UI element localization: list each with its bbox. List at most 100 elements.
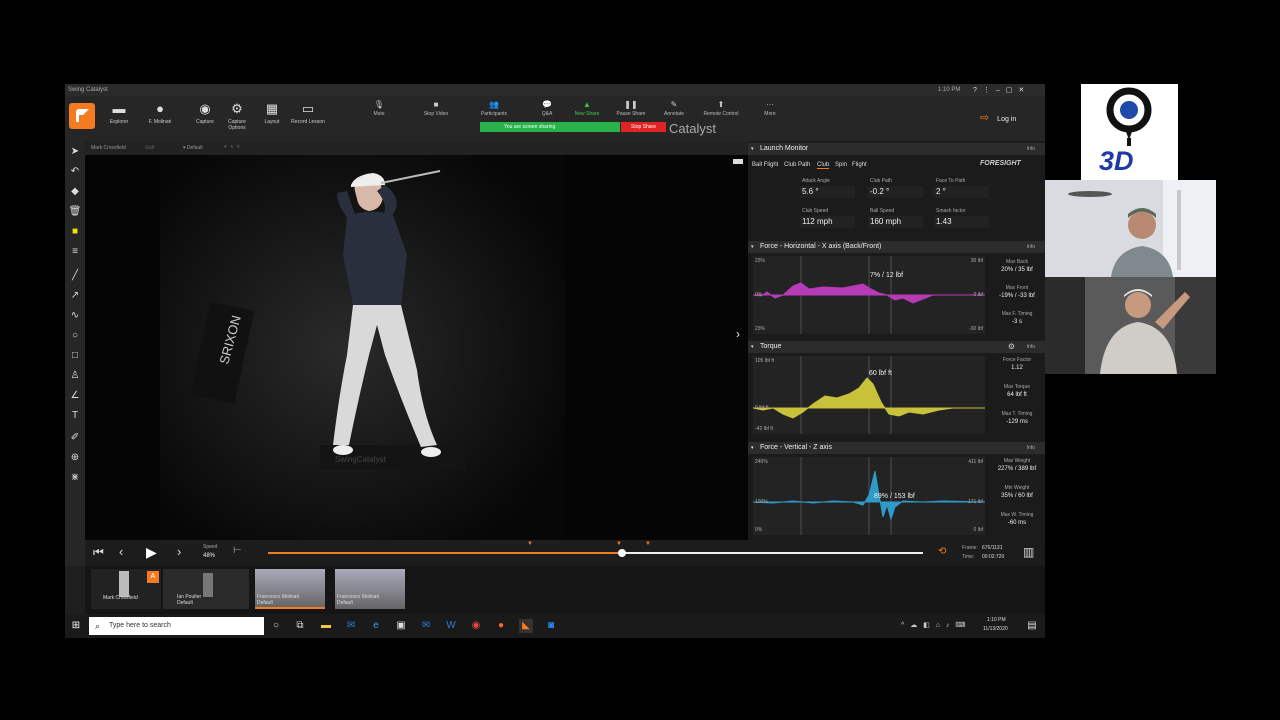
zoom-remote-control-button[interactable]: ⬆ Remote Control bbox=[701, 100, 741, 117]
golfer-video-frame: SRIXON SwingCatalyst bbox=[85, 155, 748, 540]
max-f-timing-stat: Max F. Timing -3 s bbox=[991, 311, 1043, 325]
body-icon[interactable]: ♙ bbox=[68, 369, 82, 383]
trash-icon[interactable]: 🗑 bbox=[68, 205, 82, 219]
search-box[interactable]: ⌕ Type here to search bbox=[89, 617, 264, 635]
video-menu-icon[interactable] bbox=[733, 159, 743, 164]
participant-video-1[interactable] bbox=[1045, 180, 1216, 277]
force-vertical-header[interactable]: ▾ Force - Vertical - Z axis Info bbox=[748, 442, 1045, 454]
tab-club[interactable]: Club bbox=[817, 162, 830, 169]
swing-video[interactable]: SRIXON SwingCatalyst › bbox=[85, 155, 748, 540]
library-icon[interactable]: ▥ bbox=[1023, 545, 1034, 559]
zoom-mute-button[interactable]: 🎙 Mute bbox=[359, 100, 399, 117]
zoom-new-share-button[interactable]: ▲ New Share bbox=[567, 100, 607, 117]
layout-button[interactable]: ▦ Layout bbox=[255, 102, 289, 126]
zoom-stop-video-button[interactable]: ■ Stop Video bbox=[416, 100, 456, 117]
marker-icon[interactable]: ▼ bbox=[527, 541, 533, 547]
participant-video-2[interactable] bbox=[1045, 277, 1216, 374]
marker-icon[interactable]: ▼ bbox=[645, 541, 651, 547]
force-horizontal-graph: 23% 0% 23% 30 lbf 0 lbf -30 lbf 7% / 12 … bbox=[753, 256, 985, 334]
store-icon[interactable]: ▣ bbox=[394, 619, 408, 633]
windows-start-icon[interactable]: ⊞ bbox=[69, 619, 83, 633]
tab-spin[interactable]: Spin bbox=[835, 162, 847, 168]
zoom-annotate-button[interactable]: ✎ Annotate bbox=[654, 100, 694, 117]
main-toolbar: ▬ Explorer ● F. Molinari ◉ Capture ⚙ Capture… bbox=[65, 96, 1045, 141]
eraser-icon[interactable]: ◆ bbox=[68, 185, 82, 199]
zoom-icon[interactable]: ◙ bbox=[544, 619, 558, 633]
launch-monitor-header[interactable]: ▾ Launch Monitor Info bbox=[748, 143, 1045, 155]
info-link[interactable]: Info bbox=[1027, 241, 1035, 253]
info-link[interactable]: Info bbox=[1027, 442, 1035, 454]
collapse-icon: ▾ bbox=[751, 445, 754, 451]
previous-frame-icon[interactable]: ‹ bbox=[119, 544, 123, 559]
login-button[interactable]: ⇨ Log in bbox=[980, 108, 1042, 128]
grid-tool-icon[interactable]: ⋇ bbox=[68, 471, 82, 485]
swing-catalyst-taskbar-icon[interactable]: ◣ bbox=[519, 619, 533, 633]
mail-icon[interactable]: ✉ bbox=[419, 619, 433, 633]
speed-value[interactable]: 48% bbox=[203, 553, 215, 559]
thumbnail-sub: Default bbox=[337, 600, 353, 606]
system-tray-icons[interactable]: ^ ☁ ◧ ⌂ ♪ ⌨ bbox=[901, 621, 967, 629]
gear-icon[interactable]: ⚙ bbox=[1008, 341, 1015, 353]
stat-value: -3 s bbox=[1011, 319, 1022, 325]
loop-icon[interactable]: ⟲ bbox=[938, 546, 946, 557]
word-icon[interactable]: W bbox=[444, 619, 458, 633]
edge-icon[interactable]: e bbox=[369, 619, 383, 633]
menu-icon[interactable]: ≡ bbox=[68, 245, 82, 259]
zoom-participants-button[interactable]: 👥 Participants bbox=[474, 100, 514, 117]
trim-icon[interactable]: ⊢ bbox=[233, 545, 242, 556]
zoom-icon[interactable]: ⊕ bbox=[68, 451, 82, 465]
force-horizontal-header[interactable]: ▾ Force - Horizontal - X axis (Back/Fron… bbox=[748, 241, 1045, 253]
profile-button[interactable]: ● F. Molinari bbox=[143, 102, 177, 126]
info-link[interactable]: Info bbox=[1027, 143, 1035, 155]
task-view-icon[interactable]: ⧉ bbox=[293, 619, 307, 633]
capture-button[interactable]: ◉ Capture bbox=[188, 102, 222, 126]
torque-header[interactable]: ▾ Torque ⚙ Info bbox=[748, 341, 1045, 353]
timeline-playhead[interactable] bbox=[618, 549, 626, 557]
record-lesson-button[interactable]: ▭ Record Lesson bbox=[291, 102, 325, 126]
eyedropper-icon[interactable]: ✐ bbox=[68, 431, 82, 445]
explorer-button[interactable]: ▬ Explorer bbox=[102, 102, 136, 126]
swing-catalyst-logo bbox=[69, 103, 95, 129]
info-link[interactable]: Info bbox=[1027, 341, 1035, 353]
file-explorer-icon[interactable]: ▬ bbox=[319, 619, 333, 633]
outlook-icon[interactable]: ✉ bbox=[344, 619, 358, 633]
curve-icon[interactable]: ∿ bbox=[68, 309, 82, 323]
next-frame-icon[interactable]: › bbox=[177, 544, 181, 559]
pointer-icon[interactable]: ➤ bbox=[68, 145, 82, 159]
firefox-icon[interactable]: ● bbox=[494, 619, 508, 633]
zoom-qa-button[interactable]: 💬 Q&A bbox=[527, 100, 567, 117]
arrow-icon[interactable]: ↗ bbox=[68, 289, 82, 303]
zoom-more-button[interactable]: ··· More bbox=[750, 100, 790, 117]
tab-club-path[interactable]: Club Path bbox=[784, 162, 810, 168]
line-icon[interactable]: ╱ bbox=[68, 269, 82, 283]
undo-icon[interactable]: ↶ bbox=[68, 165, 82, 179]
window-controls[interactable]: ?⋮–▢✕ bbox=[973, 86, 1030, 94]
skip-start-icon[interactable]: ⏮ bbox=[93, 545, 104, 560]
circle-icon[interactable]: ○ bbox=[68, 329, 82, 343]
marker-icon[interactable]: ▼ bbox=[616, 541, 622, 547]
highlighter-icon[interactable]: ■ bbox=[68, 225, 82, 239]
view-select[interactable]: ▾ Default bbox=[183, 145, 203, 151]
stop-share-button[interactable]: Stop Share bbox=[621, 122, 666, 132]
chrome-icon[interactable]: ◉ bbox=[469, 619, 483, 633]
brand-text: Catalyst bbox=[669, 121, 716, 136]
zoom-pause-share-button[interactable]: ❚❚ Pause Share bbox=[611, 100, 651, 117]
collapse-panel-icon[interactable]: › bbox=[736, 327, 740, 341]
thumbnail-3[interactable]: Francesco Molinari Default bbox=[255, 569, 325, 609]
rectangle-icon[interactable]: □ bbox=[68, 349, 82, 363]
angle-icon[interactable]: ∠ bbox=[68, 389, 82, 403]
tab-ball-flight[interactable]: Ball Flight bbox=[752, 162, 778, 168]
play-icon[interactable]: ▶ bbox=[146, 544, 157, 561]
tab-flight[interactable]: Flight bbox=[852, 162, 867, 168]
thumbnail-2[interactable]: Ian Poulter Default bbox=[163, 569, 249, 609]
thumbnail-1[interactable]: A Mark Crossfield bbox=[91, 569, 161, 609]
capture-options-button[interactable]: ⚙ Capture Options bbox=[220, 102, 254, 132]
r-mid-label: 0 lbf bbox=[973, 292, 983, 298]
rating-stars[interactable]: ★★★ bbox=[223, 144, 242, 150]
club-speed-label: Club Speed bbox=[802, 208, 829, 214]
thumbnail-4[interactable]: Francesco Molinari Default bbox=[335, 569, 405, 609]
camera-badge: A bbox=[147, 571, 159, 583]
cortana-icon[interactable]: ○ bbox=[269, 619, 283, 633]
text-icon[interactable]: T bbox=[68, 409, 82, 423]
notification-icon[interactable]: ▤ bbox=[1025, 619, 1039, 633]
